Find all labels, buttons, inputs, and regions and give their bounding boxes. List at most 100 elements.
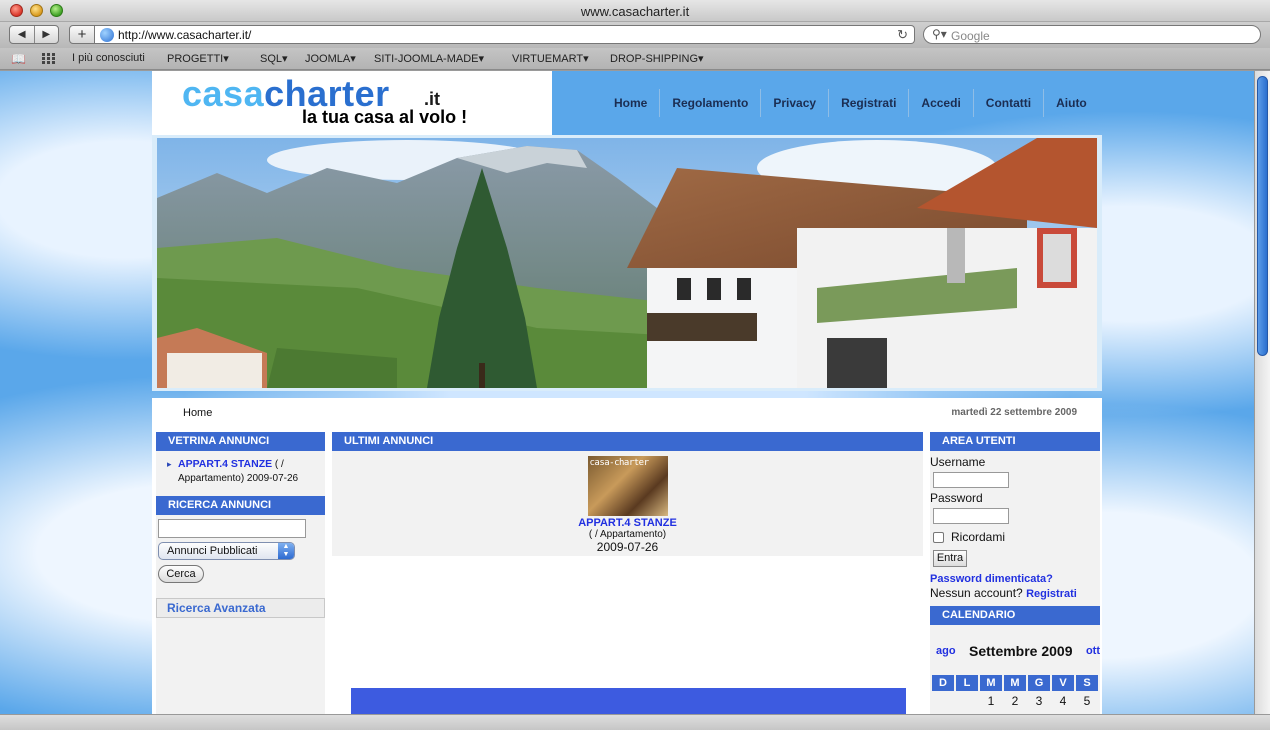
vetrina-listing-meta1: ( / bbox=[272, 459, 284, 470]
bookmarks-bar: 📖 I più conosciuti PROGETTI▾ SQL▾ JOOMLA… bbox=[0, 48, 1270, 70]
calendar-day[interactable]: 5 bbox=[1076, 694, 1098, 708]
main-nav: Home Regolamento Privacy Registrati Acce… bbox=[602, 89, 1099, 117]
weekday: D bbox=[932, 675, 954, 691]
calendar-month: Settembre 2009 bbox=[969, 643, 1073, 659]
breadcrumb[interactable]: Home bbox=[183, 407, 212, 419]
window-title: www.casacharter.it bbox=[580, 4, 690, 19]
ultimi-header: ULTIMI ANNUNCI bbox=[332, 432, 923, 451]
weekday: M bbox=[980, 675, 1002, 691]
nav-privacy[interactable]: Privacy bbox=[761, 89, 830, 117]
forward-arrow-icon[interactable]: ▶ bbox=[35, 26, 59, 43]
nav-contatti[interactable]: Contatti bbox=[974, 89, 1045, 117]
ricerca-header: RICERCA ANNUNCI bbox=[156, 496, 325, 515]
username-label: Username bbox=[930, 455, 986, 469]
scrollbar-thumb[interactable] bbox=[1257, 76, 1268, 356]
remember-row: Ricordami bbox=[930, 530, 1100, 544]
login-button[interactable]: Entra bbox=[933, 550, 967, 567]
banner-landscape-image bbox=[157, 138, 1097, 388]
back-forward-buttons: ◀ ▶ bbox=[9, 25, 59, 44]
nav-regolamento[interactable]: Regolamento bbox=[660, 89, 762, 117]
calendar-header: CALENDARIO bbox=[930, 606, 1100, 625]
add-bookmark-button[interactable]: + bbox=[69, 25, 95, 44]
bookmark-item[interactable]: DROP-SHIPPING▾ bbox=[610, 52, 704, 65]
calendar-weekdays: D L M M G V S bbox=[932, 675, 1100, 691]
url-text[interactable]: http://www.casacharter.it/ bbox=[118, 28, 251, 42]
bookmark-item[interactable]: SITI-JOOMLA-MADE▾ bbox=[374, 52, 484, 65]
weekday: M bbox=[1004, 675, 1026, 691]
header-banner bbox=[152, 135, 1102, 391]
search-input[interactable] bbox=[158, 519, 306, 538]
list-item: APPART.4 STANZE ( / Appartamento) 2009-0… bbox=[156, 451, 325, 492]
area-utenti-header: AREA UTENTI bbox=[930, 432, 1100, 451]
logo[interactable]: casacharter .it la tua casa al volo ! bbox=[152, 71, 552, 135]
globe-icon bbox=[100, 28, 114, 42]
banner-block bbox=[351, 688, 906, 714]
bookmark-item[interactable]: VIRTUEMART▾ bbox=[512, 52, 589, 65]
left-column: VETRINA ANNUNCI APPART.4 STANZE ( / Appa… bbox=[156, 432, 325, 714]
right-column: AREA UTENTI Username Password Ricordami … bbox=[930, 432, 1100, 714]
no-account-text: Nessun account? bbox=[930, 586, 1023, 600]
window-titlebar: www.casacharter.it bbox=[0, 0, 1270, 22]
bookmark-item[interactable]: JOOMLA▾ bbox=[305, 52, 356, 65]
nav-aiuto[interactable]: Aiuto bbox=[1044, 89, 1099, 117]
calendar-prev-month[interactable]: ago bbox=[936, 645, 956, 657]
weekday: V bbox=[1052, 675, 1074, 691]
nav-accedi[interactable]: Accedi bbox=[909, 89, 974, 117]
reload-icon[interactable]: ↻ bbox=[897, 27, 908, 43]
listing-thumbnail[interactable]: casa-charter bbox=[587, 456, 668, 516]
current-date: martedì 22 settembre 2009 bbox=[951, 407, 1077, 418]
calendar-month-row: ago Settembre 2009 ott bbox=[930, 643, 1100, 659]
thumbnail-watermark: casa-charter bbox=[589, 458, 650, 468]
listing-date: 2009-07-26 bbox=[596, 540, 659, 554]
weekday: S bbox=[1076, 675, 1098, 691]
listing-type: ( / Appartamento) bbox=[588, 529, 667, 540]
book-icon[interactable]: 📖 bbox=[11, 52, 26, 66]
username-field[interactable] bbox=[933, 472, 1009, 488]
vetrina-listing-link[interactable]: APPART.4 STANZE bbox=[178, 458, 272, 470]
register-link[interactable]: Registrati bbox=[1026, 588, 1077, 600]
vetrina-listing-meta2: Appartamento) 2009-07-26 bbox=[178, 473, 299, 484]
vetrina-header: VETRINA ANNUNCI bbox=[156, 432, 325, 451]
calendar-day bbox=[956, 694, 978, 708]
bookmark-item[interactable]: PROGETTI▾ bbox=[167, 52, 229, 65]
remember-checkbox[interactable] bbox=[933, 531, 944, 543]
search-placeholder: Google bbox=[951, 29, 990, 43]
calendar-day[interactable]: 1 bbox=[980, 694, 1002, 708]
calendar-next-month[interactable]: ott bbox=[1086, 645, 1100, 657]
calendar-day[interactable]: 4 bbox=[1052, 694, 1074, 708]
status-select[interactable]: Annunci Pubblicati ▲ ▼ bbox=[158, 542, 295, 560]
search-button[interactable]: Cerca bbox=[158, 565, 204, 583]
vertical-scrollbar[interactable] bbox=[1254, 71, 1270, 714]
address-bar[interactable]: http://www.casacharter.it/ ↻ bbox=[95, 25, 915, 44]
middle-column: ULTIMI ANNUNCI casa-charter APPART.4 STA… bbox=[332, 432, 923, 714]
latest-listing-card: casa-charter APPART.4 STANZE ( / Apparta… bbox=[332, 451, 923, 556]
grid-icon[interactable] bbox=[42, 53, 56, 64]
listing-title-link[interactable]: APPART.4 STANZE bbox=[578, 517, 677, 529]
advanced-search-box: Ricerca Avanzata bbox=[156, 598, 325, 618]
logo-part-casa: casa bbox=[182, 73, 265, 114]
password-field[interactable] bbox=[933, 508, 1009, 524]
site-container: casacharter .it la tua casa al volo ! Ho… bbox=[152, 71, 1102, 714]
search-field[interactable]: ⚲▾ Google bbox=[923, 25, 1261, 44]
bookmark-item[interactable]: I più conosciuti bbox=[72, 52, 145, 64]
content-area: VETRINA ANNUNCI APPART.4 STANZE ( / Appa… bbox=[152, 426, 1102, 714]
weekday: G bbox=[1028, 675, 1050, 691]
advanced-search-link[interactable]: Ricerca Avanzata bbox=[167, 601, 266, 615]
status-select-value: Annunci Pubblicati bbox=[167, 545, 258, 557]
magnifier-icon: ⚲▾ bbox=[932, 27, 947, 41]
remember-label: Ricordami bbox=[951, 530, 1006, 544]
nav-registrati[interactable]: Registrati bbox=[829, 89, 910, 117]
password-label: Password bbox=[930, 491, 983, 505]
status-bar bbox=[0, 714, 1270, 730]
calendar-day[interactable]: 2 bbox=[1004, 694, 1026, 708]
calendar-day[interactable]: 3 bbox=[1028, 694, 1050, 708]
back-arrow-icon[interactable]: ◀ bbox=[10, 26, 35, 43]
page-viewport: casacharter .it la tua casa al volo ! Ho… bbox=[0, 71, 1254, 714]
bookmark-item[interactable]: SQL▾ bbox=[260, 52, 288, 65]
nav-home[interactable]: Home bbox=[602, 89, 661, 117]
browser-toolbar: ◀ ▶ + http://www.casacharter.it/ ↻ ⚲▾ Go… bbox=[0, 22, 1270, 48]
breadcrumb-bar: Home martedì 22 settembre 2009 bbox=[152, 398, 1102, 426]
weekday: L bbox=[956, 675, 978, 691]
calendar-day bbox=[932, 694, 954, 708]
forgot-password-link[interactable]: Password dimenticata? bbox=[930, 573, 1053, 585]
